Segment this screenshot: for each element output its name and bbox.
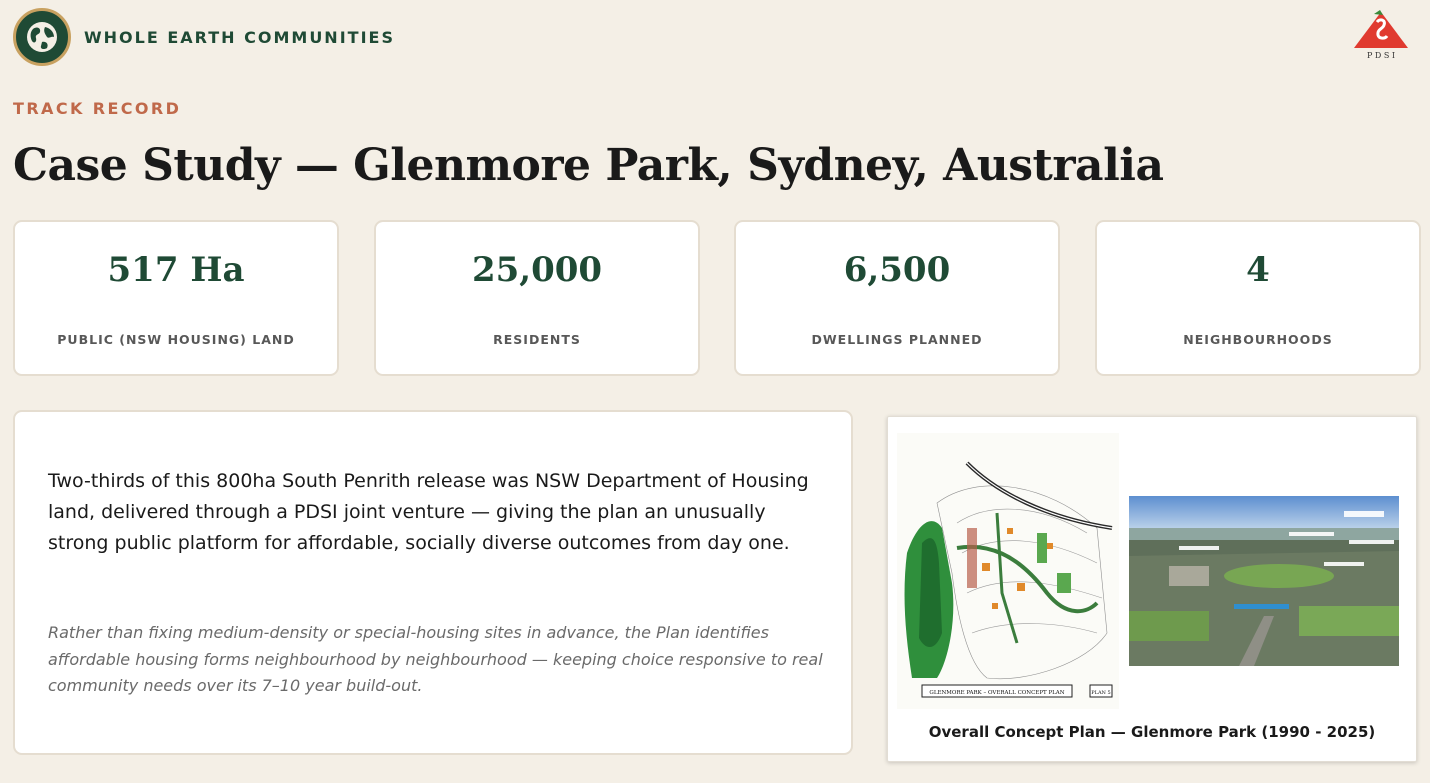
figure-card: GLENMORE PARK – OVERALL CONCEPT PLAN PLA… — [887, 416, 1417, 762]
stat-label: RESIDENTS — [493, 332, 581, 347]
stat-value: 517 Ha — [107, 250, 245, 290]
pdsi-letters: P D S I — [1367, 51, 1395, 60]
globe-icon[interactable] — [13, 8, 71, 66]
stat-card-dwellings: 6,500 DWELLINGS PLANNED — [734, 220, 1060, 376]
stat-value: 6,500 — [843, 250, 951, 290]
stat-value: 4 — [1246, 250, 1270, 290]
stat-card-neighbourhoods: 4 NEIGHBOURHOODS — [1095, 220, 1421, 376]
brand-name: WHOLE EARTH COMMUNITIES — [84, 27, 395, 47]
stat-card-land: 517 Ha PUBLIC (NSW HOUSING) LAND — [13, 220, 339, 376]
section-eyebrow: TRACK RECORD — [13, 99, 182, 118]
aerial-photo-image[interactable] — [1129, 496, 1399, 666]
plan-title-text: GLENMORE PARK – OVERALL CONCEPT PLAN — [929, 690, 1064, 696]
stat-card-residents: 25,000 RESIDENTS — [374, 220, 700, 376]
stat-label: NEIGHBOURHOODS — [1183, 332, 1333, 347]
page-title: Case Study — Glenmore Park, Sydney, Aust… — [13, 140, 1164, 191]
pdsi-logo: P D S I — [1354, 10, 1408, 60]
stat-value: 25,000 — [471, 250, 603, 290]
figure-caption: Overall Concept Plan — Glenmore Park (19… — [928, 723, 1376, 741]
stat-label: PUBLIC (NSW HOUSING) LAND — [57, 332, 295, 347]
note-paragraph: Rather than fixing medium-density or spe… — [48, 623, 823, 695]
stat-label: DWELLINGS PLANNED — [811, 332, 983, 347]
plan-number-text: PLAN 5 — [1091, 690, 1110, 696]
description-card: Two-thirds of this 800ha South Penrith r… — [13, 410, 853, 755]
concept-plan-image[interactable]: GLENMORE PARK – OVERALL CONCEPT PLAN PLA… — [897, 433, 1119, 709]
lead-paragraph: Two-thirds of this 800ha South Penrith r… — [48, 470, 809, 554]
header: WHOLE EARTH COMMUNITIES — [13, 8, 395, 66]
